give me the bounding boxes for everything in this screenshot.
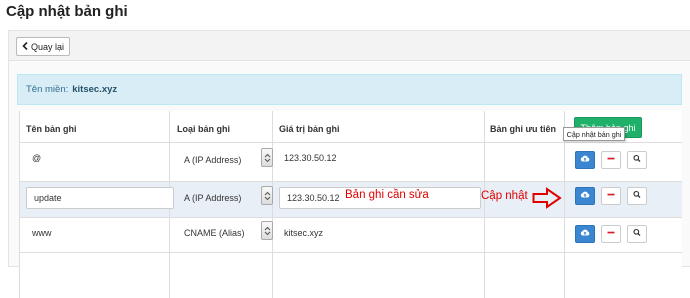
- update-record-button[interactable]: [575, 187, 595, 205]
- back-button[interactable]: Quay lại: [16, 37, 71, 56]
- record-name-input[interactable]: update: [26, 187, 174, 209]
- update-record-button[interactable]: [575, 225, 595, 243]
- chevron-updown-icon[interactable]: [261, 186, 273, 205]
- delete-record-button[interactable]: [601, 225, 621, 243]
- cloud-upload-icon: [580, 228, 590, 240]
- view-record-button[interactable]: [627, 187, 647, 205]
- update-annotation: Cập nhật: [481, 190, 528, 202]
- header-type: Loại bản ghi: [177, 124, 230, 134]
- header-priority: Bản ghi ưu tiên: [490, 124, 557, 134]
- search-icon: [632, 190, 642, 202]
- record-type-select[interactable]: A (IP Address): [184, 193, 241, 203]
- cloud-upload-icon: [580, 154, 590, 166]
- update-tooltip: Cập nhật bản ghi: [563, 127, 625, 141]
- domain-label: Tên miền:: [26, 84, 69, 95]
- domain-value: kitsec.xyz: [72, 84, 118, 95]
- minus-icon: [606, 154, 616, 166]
- chevron-left-icon: [22, 41, 29, 52]
- chevron-updown-icon[interactable]: [261, 221, 273, 240]
- record-value-text: 123.30.50.12: [287, 193, 340, 203]
- panel-header: Quay lại: [9, 31, 690, 61]
- delete-record-button[interactable]: [601, 151, 621, 169]
- minus-icon: [606, 228, 616, 240]
- row-divider: [20, 217, 682, 218]
- arrow-right-icon: [532, 187, 562, 209]
- records-panel: Quay lại Tên miền: kitsec.xyz Tên bản gh…: [8, 30, 690, 298]
- record-name-input[interactable]: www: [32, 228, 52, 238]
- row-divider: [20, 252, 682, 253]
- view-record-button[interactable]: [627, 225, 647, 243]
- col-type: [170, 111, 273, 298]
- minus-icon: [606, 190, 616, 202]
- header-value: Giá trị bản ghi: [279, 124, 340, 134]
- back-button-label: Quay lại: [31, 41, 65, 52]
- header-name: Tên bản ghi: [26, 124, 77, 134]
- delete-record-button[interactable]: [601, 187, 621, 205]
- record-type-select[interactable]: A (IP Address): [184, 155, 241, 165]
- record-value-input[interactable]: 123.30.50.12: [284, 153, 337, 163]
- row-divider: [20, 181, 682, 182]
- cloud-upload-icon: [580, 190, 590, 202]
- record-type-select[interactable]: CNAME (Alias): [184, 228, 245, 238]
- header-divider: [20, 142, 682, 143]
- update-record-button[interactable]: [575, 151, 595, 169]
- search-icon: [632, 228, 642, 240]
- search-icon: [632, 154, 642, 166]
- record-name-input[interactable]: @: [32, 153, 41, 163]
- chevron-updown-icon[interactable]: [261, 148, 273, 167]
- page-title: Cập nhật bản ghi: [6, 3, 128, 20]
- domain-info: Tên miền: kitsec.xyz: [17, 74, 682, 105]
- edit-annotation: Bản ghi cần sửa: [345, 189, 429, 201]
- view-record-button[interactable]: [627, 151, 647, 169]
- record-value-input[interactable]: kitsec.xyz: [284, 228, 323, 238]
